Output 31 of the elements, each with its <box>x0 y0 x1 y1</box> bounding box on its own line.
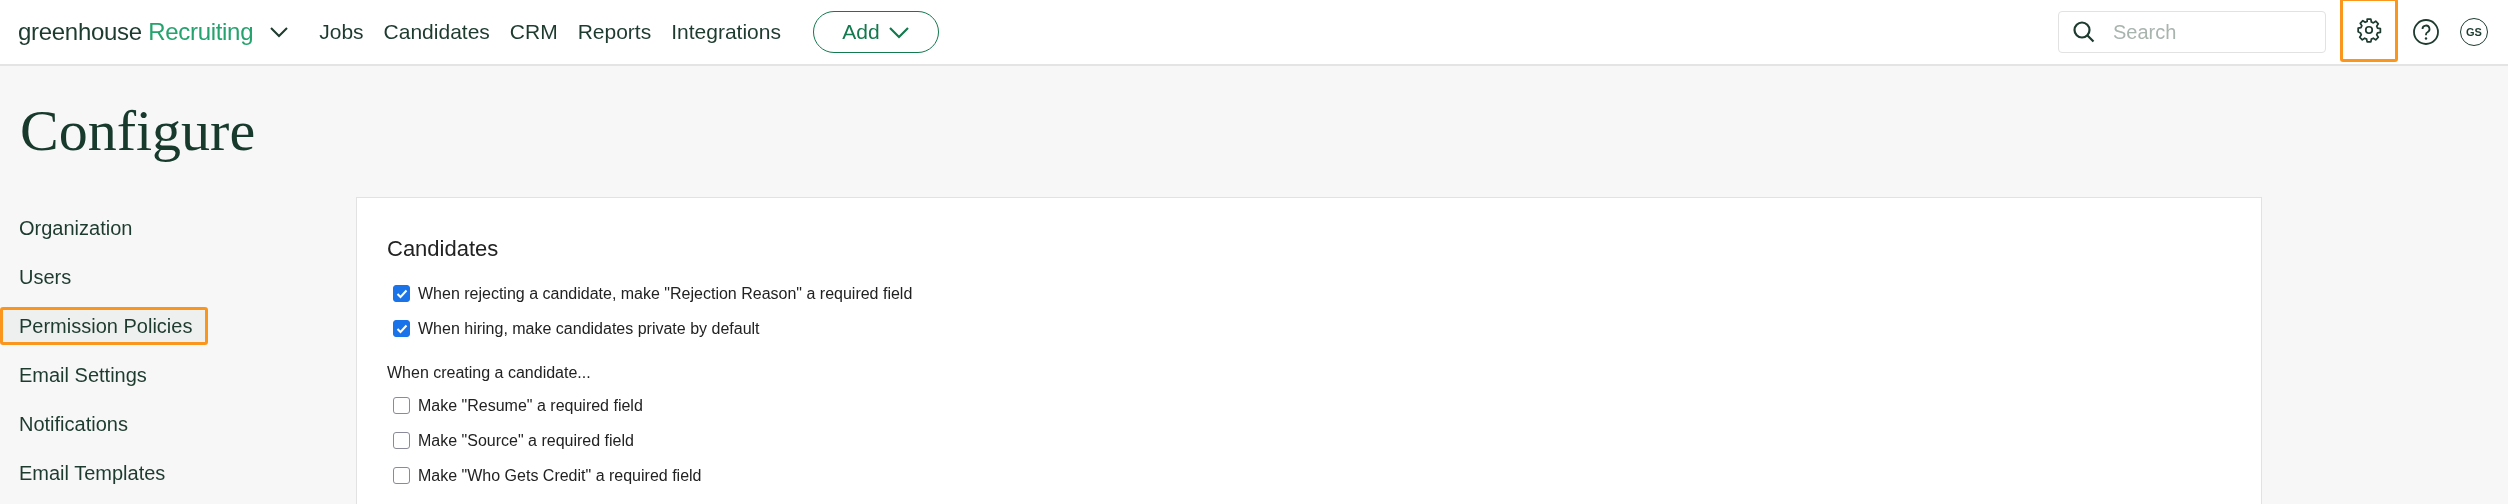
nav-link[interactable]: Reports <box>577 20 652 44</box>
section-title: Candidates <box>387 236 500 262</box>
search-field[interactable]: Search <box>2058 11 2326 53</box>
checkbox-label: Make "Resume" a required field <box>418 396 643 415</box>
sidebar-item[interactable]: Email Settings <box>0 356 163 394</box>
sidebar-item[interactable]: Notifications <box>0 405 144 443</box>
settings-icon[interactable] <box>2340 0 2398 62</box>
brand-logo[interactable]: greenhouse Recruiting <box>18 18 254 46</box>
checkbox[interactable] <box>393 397 410 414</box>
checkbox-label: When hiring, make candidates private by default <box>418 319 760 338</box>
checkbox-label: Make "Source" a required field <box>418 431 634 450</box>
nav-link[interactable]: Candidates <box>383 20 490 44</box>
checkbox-label: Make "Who Gets Credit" a required field <box>418 466 702 485</box>
nav-link[interactable]: Integrations <box>671 20 781 44</box>
subheading: When creating a candidate... <box>387 364 592 382</box>
help-icon[interactable] <box>2412 18 2440 46</box>
add-button[interactable]: Add <box>812 11 939 53</box>
sidebar-item[interactable]: Organization <box>0 209 149 247</box>
sidebar-item[interactable]: Email Templates <box>0 454 182 492</box>
checkbox[interactable] <box>393 467 410 484</box>
sidebar-item[interactable]: Permission Policies <box>0 307 209 345</box>
chevron-down-icon <box>887 25 910 39</box>
chevron-down-icon[interactable] <box>269 26 290 38</box>
nav-link[interactable]: CRM <box>509 20 558 44</box>
checkbox[interactable] <box>393 320 410 337</box>
page-title: Configure <box>20 97 257 165</box>
checkbox-label: When rejecting a candidate, make "Rejection Reason" a required field <box>418 284 913 303</box>
nav-link[interactable]: Jobs <box>319 20 364 44</box>
checkbox[interactable] <box>393 432 410 449</box>
checkbox[interactable] <box>393 285 410 302</box>
sidebar-item[interactable]: Users <box>0 258 88 296</box>
